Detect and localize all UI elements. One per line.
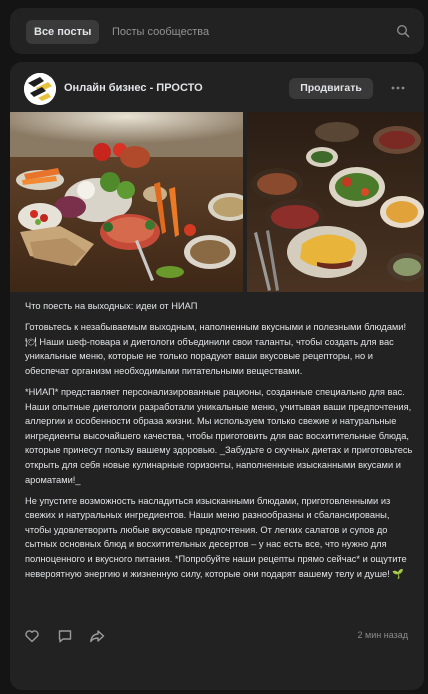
- post-timestamp: 2 мин назад: [357, 630, 408, 640]
- post-text: Что поесть на выходных: идеи от НИАП Гот…: [25, 299, 413, 588]
- feed-tabs-bar: Все посты Посты сообщества: [10, 8, 424, 54]
- tab-community-posts[interactable]: Посты сообщества: [104, 20, 217, 44]
- search-icon[interactable]: [396, 24, 410, 38]
- post-paragraph: Не упустите возможность насладиться изыс…: [25, 495, 407, 579]
- more-horizontal-icon[interactable]: [391, 86, 405, 90]
- post-card: Онлайн бизнес - ПРОСТО Продвигать Что по…: [10, 62, 424, 690]
- post-paragraph: Что поесть на выходных: идеи от НИАП: [25, 301, 198, 311]
- post-photo-vegetables[interactable]: [10, 112, 243, 292]
- channel-name[interactable]: Онлайн бизнес - ПРОСТО: [64, 82, 203, 94]
- tab-all-posts[interactable]: Все посты: [26, 20, 100, 44]
- promote-button[interactable]: Продвигать: [289, 78, 373, 99]
- post-photo-dishes[interactable]: [247, 112, 424, 292]
- channel-avatar[interactable]: [24, 73, 56, 105]
- post-paragraph: Готовьтесь к незабываемым выходным, напо…: [25, 322, 407, 376]
- share-icon[interactable]: [89, 628, 105, 644]
- heart-icon[interactable]: [24, 628, 40, 644]
- comment-icon[interactable]: [57, 628, 73, 644]
- post-paragraph: *НИАП* представляет персонализированные …: [25, 386, 413, 485]
